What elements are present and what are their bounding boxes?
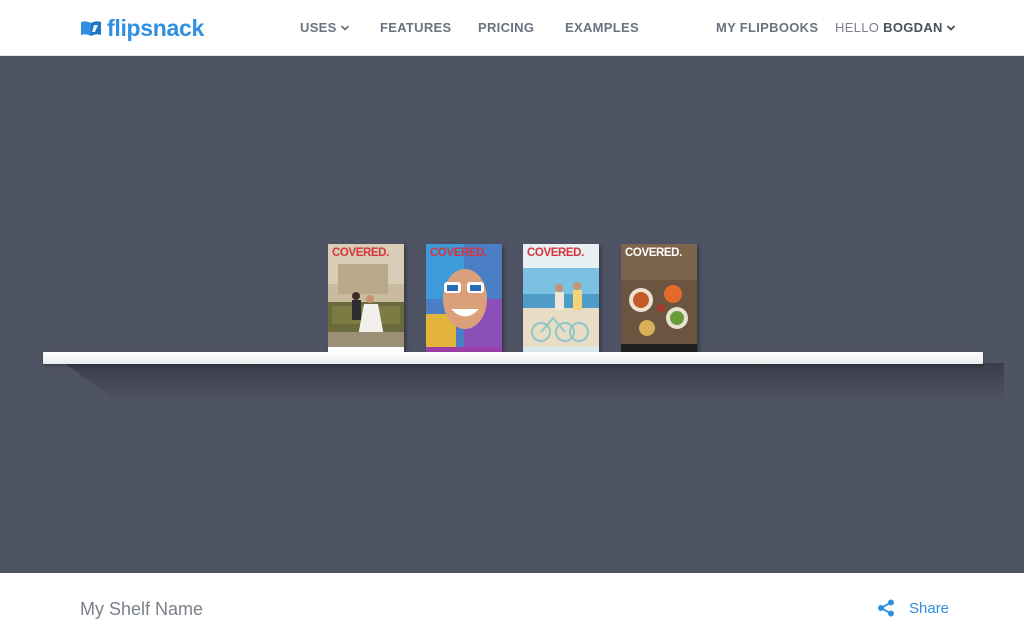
- cover-image-2: [426, 244, 502, 353]
- cover-image-4: [621, 244, 697, 353]
- top-navigation-bar: flipsnack USES FEATURES PRICING EXAMPLES…: [0, 0, 1024, 56]
- cover-image-3: [523, 244, 599, 353]
- cover-title-4: COVERED.: [625, 247, 682, 259]
- flipbook-cover-4[interactable]: COVERED.: [621, 244, 697, 353]
- bookshelf-stage: COVERED. COVERED. COVERED. COVERED.: [0, 56, 1024, 573]
- cover-title-3: COVERED.: [527, 247, 584, 259]
- share-label: Share: [909, 599, 950, 617]
- nav-examples[interactable]: EXAMPLES: [565, 20, 639, 35]
- flipbook-cover-1[interactable]: COVERED.: [328, 244, 404, 353]
- nav-pricing[interactable]: PRICING: [478, 20, 534, 35]
- flipbook-cover-3[interactable]: COVERED.: [523, 244, 599, 353]
- user-greeting: HELLO: [835, 20, 880, 35]
- chevron-down-icon: [946, 24, 955, 31]
- nav-uses-label: USES: [300, 20, 337, 35]
- flipsnack-logo-icon: [81, 21, 101, 36]
- brand-name: flipsnack: [107, 14, 205, 41]
- nav-features[interactable]: FEATURES: [380, 20, 452, 35]
- flipsnack-logo[interactable]: flipsnack: [80, 14, 204, 42]
- nav-my-flipbooks[interactable]: MY FLIPBOOKS: [716, 20, 818, 35]
- shelf-footer: My Shelf Name Share: [0, 573, 1024, 638]
- cover-image-1: [328, 244, 404, 353]
- flipbook-cover-2[interactable]: COVERED.: [426, 244, 502, 353]
- cover-title-2: COVERED.: [430, 247, 487, 259]
- share-button[interactable]: Share: [877, 599, 949, 617]
- user-menu[interactable]: HELLO BOGDAN: [835, 20, 956, 35]
- share-icon: [878, 599, 894, 617]
- cover-title-1: COVERED.: [332, 247, 389, 259]
- nav-uses[interactable]: USES: [300, 20, 350, 35]
- shelf-name-title[interactable]: My Shelf Name: [80, 599, 203, 620]
- user-name: BOGDAN: [883, 20, 943, 35]
- bookshelf-board: [43, 352, 983, 364]
- chevron-down-icon: [340, 24, 349, 31]
- shelf-shadow: [64, 363, 1004, 403]
